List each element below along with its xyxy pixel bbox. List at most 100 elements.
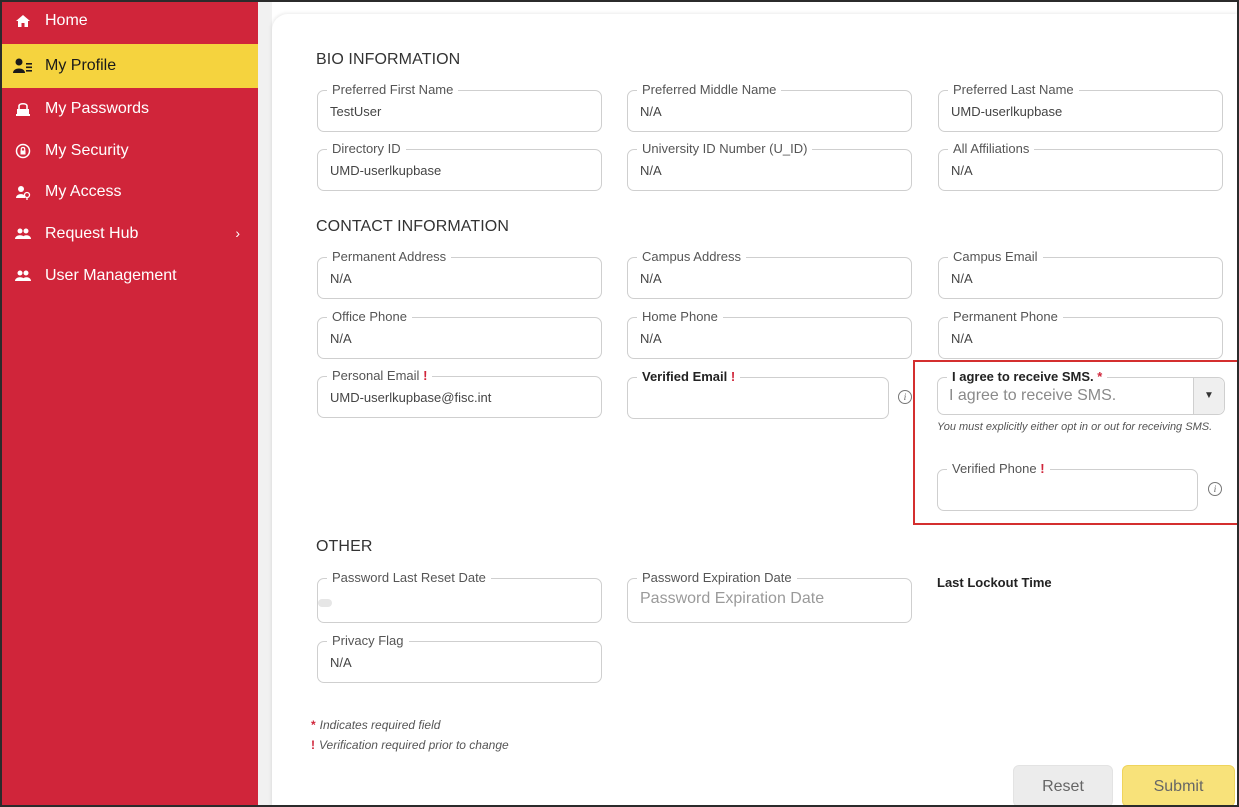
legend-verification: ! Verification required prior to change [311, 738, 509, 752]
window-border [0, 0, 2, 807]
field-label: Verified Phone ! [947, 461, 1050, 477]
sidebar-item-home[interactable]: Home [0, 0, 258, 42]
legend-required: * Indicates required field [311, 718, 440, 732]
field-placeholder: Password Expiration Date [640, 590, 825, 607]
permanent-phone-field[interactable]: Permanent Phone N/A [938, 309, 1223, 359]
office-phone-field[interactable]: Office Phone N/A [317, 309, 602, 359]
privacy-flag-field[interactable]: Privacy Flag N/A [317, 633, 602, 683]
field-label: University ID Number (U_ID) [637, 141, 813, 157]
field-label: Preferred Last Name [948, 82, 1079, 98]
field-value: UMD-userlkupbase [330, 163, 442, 178]
field-label: Privacy Flag [327, 633, 409, 649]
legend-text: Verification required prior to change [319, 738, 509, 752]
last-lockout-label: Last Lockout Time [937, 575, 1052, 590]
verified-email-field[interactable]: Verified Email ! [627, 369, 889, 419]
section-title-other: OTHER [316, 538, 373, 555]
field-label: I agree to receive SMS. * [947, 369, 1108, 385]
legend-text: Indicates required field [319, 718, 441, 732]
submit-button[interactable]: Submit [1122, 765, 1235, 807]
field-value: UMD-userlkupbase [951, 104, 1063, 119]
preferred-first-name-field[interactable]: Preferred First Name TestUser [317, 82, 602, 132]
home-icon [13, 11, 33, 31]
directory-id-field[interactable]: Directory ID UMD-userlkupbase [317, 141, 602, 191]
verification-mark: ! [311, 738, 315, 752]
field-label-text: I agree to receive SMS. [952, 369, 1094, 384]
field-label: Directory ID [327, 141, 406, 157]
field-value: N/A [330, 331, 352, 346]
sidebar: Home My Profile My Passwords My Security… [0, 0, 258, 807]
preferred-middle-name-field[interactable]: Preferred Middle Name N/A [627, 82, 912, 132]
required-mark: * [1097, 369, 1103, 384]
info-icon[interactable]: i [1208, 482, 1222, 496]
university-id-field[interactable]: University ID Number (U_ID) N/A [627, 141, 912, 191]
sidebar-item-label: My Passwords [45, 100, 150, 117]
sidebar-item-request-hub[interactable]: Request Hub › [0, 213, 258, 255]
section-title-bio: BIO INFORMATION [316, 51, 461, 68]
field-value: TestUser [330, 104, 382, 119]
sidebar-item-user-management[interactable]: User Management [0, 255, 258, 297]
verified-phone-field[interactable]: Verified Phone ! [937, 461, 1198, 511]
sidebar-item-my-access[interactable]: My Access [0, 171, 258, 213]
section-title-contact: CONTACT INFORMATION [316, 218, 510, 235]
verification-mark: ! [423, 368, 428, 383]
campus-email-field[interactable]: Campus Email N/A [938, 249, 1223, 299]
field-label-text: Personal Email [332, 368, 420, 383]
password-icon [13, 99, 33, 119]
field-label: Permanent Phone [948, 309, 1063, 325]
field-value: N/A [330, 655, 352, 670]
field-label: Password Last Reset Date [327, 570, 491, 586]
password-last-reset-field[interactable]: Password Last Reset Date [317, 570, 602, 623]
field-label: Password Expiration Date [637, 570, 797, 586]
window-border [0, 0, 1239, 2]
field-value: N/A [640, 331, 662, 346]
field-label-text: Verified Phone [952, 461, 1037, 476]
users-icon [13, 224, 33, 244]
dropdown-arrow-icon[interactable]: ▼ [1193, 378, 1224, 414]
sidebar-item-my-security[interactable]: My Security [0, 130, 258, 172]
field-label: Campus Email [948, 249, 1043, 265]
field-label-text: Verified Email [642, 369, 728, 384]
password-expiration-field[interactable]: Password Expiration Date Password Expira… [627, 570, 912, 623]
field-value: N/A [951, 331, 973, 346]
preferred-last-name-field[interactable]: Preferred Last Name UMD-userlkupbase [938, 82, 1223, 132]
access-icon [13, 182, 33, 202]
sidebar-item-my-profile[interactable]: My Profile [0, 44, 258, 88]
home-phone-field[interactable]: Home Phone N/A [627, 309, 912, 359]
field-label: Preferred First Name [327, 82, 459, 98]
all-affiliations-field[interactable]: All Affiliations N/A [938, 141, 1223, 191]
verification-mark: ! [730, 369, 736, 384]
field-value: N/A [640, 104, 662, 119]
field-label: Campus Address [637, 249, 746, 265]
info-icon[interactable]: i [898, 390, 912, 404]
field-value: N/A [951, 271, 973, 286]
permanent-address-field[interactable]: Permanent Address N/A [317, 249, 602, 299]
sidebar-item-label: My Access [45, 183, 122, 200]
sidebar-item-label: My Security [45, 142, 129, 159]
field-label: Office Phone [327, 309, 412, 325]
chevron-right-icon: › [235, 225, 240, 241]
profile-icon [13, 56, 33, 76]
select-placeholder: I agree to receive SMS. [949, 387, 1117, 404]
field-label: Permanent Address [327, 249, 452, 265]
field-label: Verified Email ! [637, 369, 741, 385]
field-value: UMD-userlkupbase@fisc.int [330, 390, 492, 405]
field-label: Preferred Middle Name [637, 82, 782, 98]
campus-address-field[interactable]: Campus Address N/A [627, 249, 912, 299]
sidebar-item-label: User Management [45, 267, 177, 284]
sidebar-item-label: My Profile [45, 57, 117, 74]
sms-consent-select[interactable]: I agree to receive SMS. * I agree to rec… [937, 369, 1225, 415]
field-value: N/A [640, 163, 662, 178]
sidebar-item-label: Home [45, 12, 88, 29]
verification-mark: ! [1040, 461, 1045, 476]
reset-button[interactable]: Reset [1013, 765, 1113, 807]
content-gutter [258, 0, 272, 807]
sidebar-item-my-passwords[interactable]: My Passwords [0, 88, 258, 130]
sms-hint: You must explicitly either opt in or out… [937, 421, 1213, 433]
field-label: All Affiliations [948, 141, 1035, 157]
personal-email-field[interactable]: Personal Email ! UMD-userlkupbase@fisc.i… [317, 368, 602, 418]
field-label: Home Phone [637, 309, 723, 325]
sidebar-item-label: Request Hub [45, 225, 139, 242]
field-value: N/A [951, 163, 973, 178]
users-icon [13, 266, 33, 286]
security-icon [13, 141, 33, 161]
